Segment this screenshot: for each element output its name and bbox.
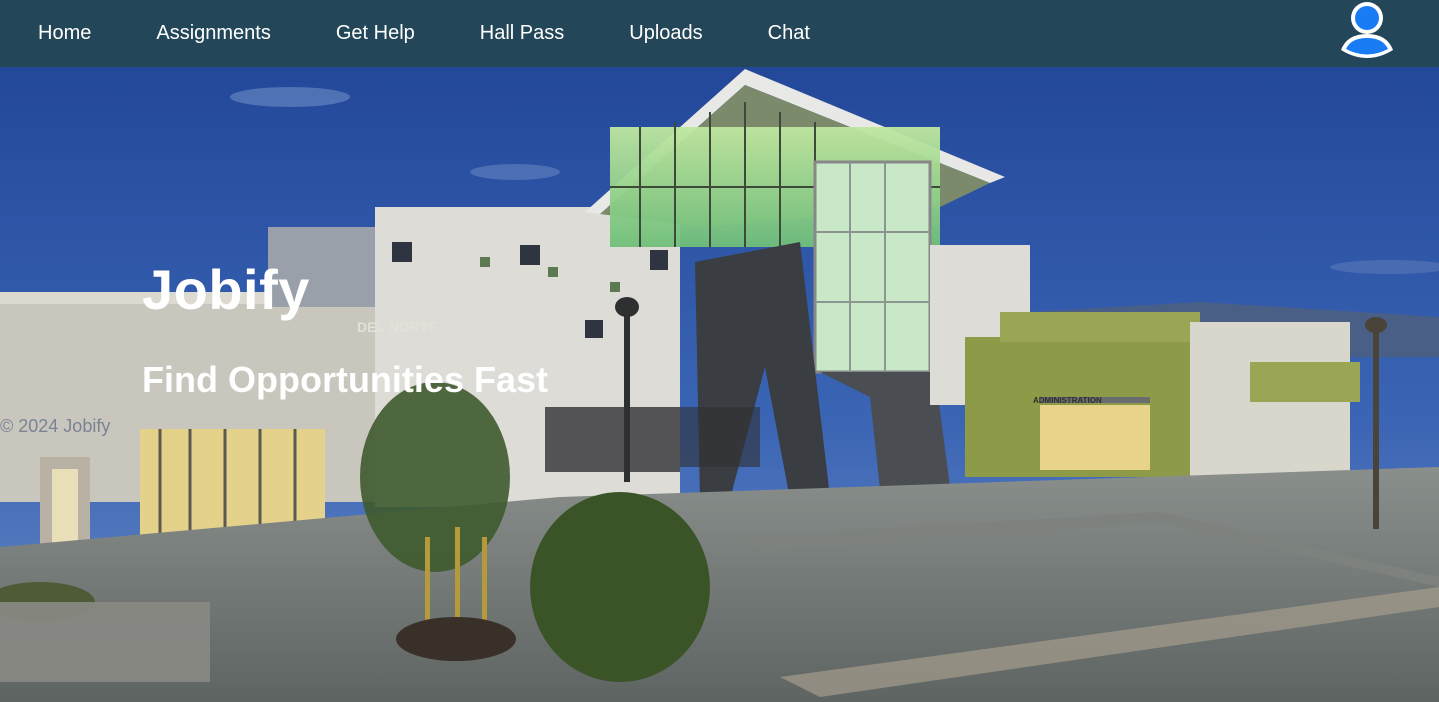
nav-home-link[interactable]: Home — [38, 22, 91, 45]
hero-title: Jobify — [142, 258, 310, 321]
copyright-text: © 2024 Jobify — [0, 416, 111, 436]
nav-chat-link[interactable]: Chat — [768, 22, 810, 45]
nav-links: Home Assignments Get Help Hall Pass Uplo… — [0, 0, 810, 67]
hero-subtitle: Find Opportunities Fast — [142, 359, 548, 400]
administration-sign: ADMINISTRATION — [1033, 396, 1102, 405]
nav-get-help-link[interactable]: Get Help — [336, 22, 415, 45]
nav-assignments-link[interactable]: Assignments — [156, 22, 271, 45]
user-avatar-icon[interactable] — [1339, 0, 1395, 58]
top-navbar: Home Assignments Get Help Hall Pass Uplo… — [0, 0, 1439, 67]
hero-banner: DEL NORTE ADMINISTRATION Jobify Find Opp… — [0, 67, 1439, 702]
nav-uploads-link[interactable]: Uploads — [629, 22, 702, 45]
del-norte-sign: DEL NORTE — [357, 319, 438, 335]
nav-hall-pass-link[interactable]: Hall Pass — [480, 22, 564, 45]
